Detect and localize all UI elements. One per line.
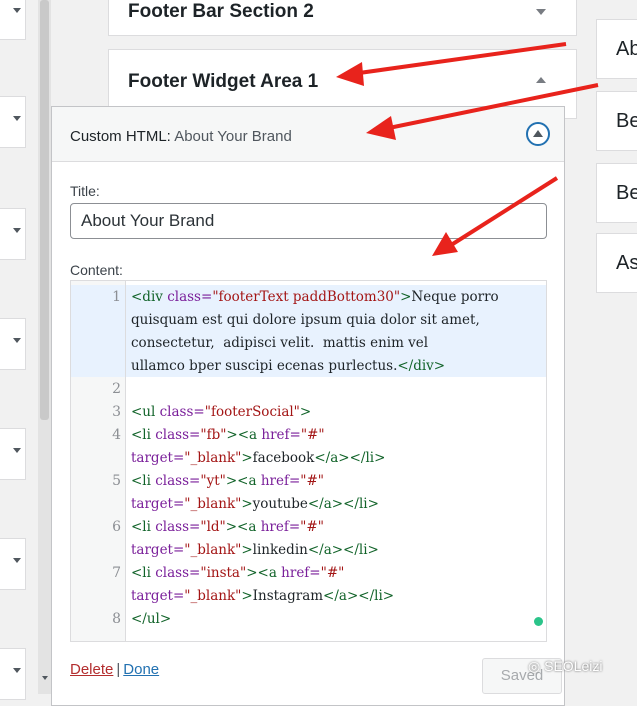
delete-link[interactable]: Delete [70,661,113,678]
widget-header[interactable]: Custom HTML: About Your Brand [52,107,564,162]
right-widget-item[interactable]: Ab [596,19,637,79]
widget-area-title: Footer Bar Section 2 [128,1,314,22]
chevron-down-icon [13,116,21,121]
chevron-down-icon [13,668,21,673]
code-line: ullamco bper suscipi ecenas purlectus.</… [131,358,446,374]
code-line: target="_blank">linkedin</a></li> [131,542,379,558]
left-widget-column [0,0,27,700]
line-number: 4 [112,427,121,443]
code-line: quisquam est qui dolore ipsum quia dolor… [131,312,480,328]
line-number: 1 [112,289,121,305]
watermark: ◎ SEOLeizi [528,658,602,675]
code-editor[interactable]: 1 2 3 4 5 6 7 8 <div class="footerText p… [70,280,547,642]
line-number: 7 [112,565,121,581]
widget-title: Custom HTML: About Your Brand [70,128,292,145]
chevron-down-icon [13,558,21,563]
line-number: 8 [112,611,121,627]
widget-instance-title: About Your Brand [174,128,292,145]
left-widget-item[interactable] [0,318,26,370]
code-line: </ul> [131,611,172,627]
scroll-down-arrow-icon[interactable] [42,676,48,680]
lint-status-indicator [534,617,543,626]
widget-area-footer-bar-section-2[interactable]: Footer Bar Section 2 [108,0,577,36]
left-widget-item[interactable] [0,428,26,480]
done-link[interactable]: Done [123,661,159,678]
chevron-down-icon [13,8,21,13]
code-line: <li class="ld"><a href="#" [131,519,324,535]
code-line: target="_blank">Instagram</a></li> [131,588,395,604]
left-widget-item[interactable] [0,648,26,700]
custom-html-widget: Custom HTML: About Your Brand Title: Con… [51,106,565,706]
code-line: <li class="insta"><a href="#" [131,565,345,581]
left-widget-item[interactable] [0,0,26,40]
content-label: Content: [70,262,123,278]
chevron-down-icon [13,448,21,453]
code-line: <li class="yt"><a href="#" [131,473,324,489]
line-number: 2 [112,381,121,397]
code-line: <li class="fb"><a href="#" [131,427,325,443]
right-widget-item[interactable]: As [596,233,637,293]
left-widget-item[interactable] [0,208,26,260]
chevron-down-icon[interactable] [536,9,546,15]
title-label: Title: [70,183,100,199]
left-widget-item[interactable] [0,538,26,590]
right-widget-item[interactable]: Be [596,163,637,223]
chevron-up-icon[interactable] [536,77,546,83]
scrollbar-thumb[interactable] [40,0,49,420]
watermark-logo-icon: ◎ [528,658,545,674]
chevron-up-icon [533,130,543,137]
code-line: consectetur, adipisci velit. mattis enim… [131,335,429,351]
line-number: 3 [112,404,121,420]
widget-type-label: Custom HTML: [70,128,171,145]
chevron-down-icon [13,338,21,343]
left-widget-item[interactable] [0,96,26,148]
code-line: target="_blank">youtube</a></li> [131,496,379,512]
code-line: <div class="footerText paddBottom30">Neq… [131,289,499,305]
code-line: <ul class="footerSocial"> [131,404,312,420]
watermark-text: SEOLeizi [544,658,603,674]
line-number: 5 [112,473,121,489]
line-number: 6 [112,519,121,535]
action-separator: | [116,661,121,678]
title-input[interactable] [70,203,547,239]
right-widget-item[interactable]: Be [596,91,637,151]
code-line: target="_blank">facebook</a></li> [131,450,386,466]
widget-area-title: Footer Widget Area 1 [128,71,319,92]
chevron-down-icon [13,228,21,233]
widget-actions: Delete | Done [70,661,159,678]
widget-toggle-button[interactable] [526,122,550,146]
